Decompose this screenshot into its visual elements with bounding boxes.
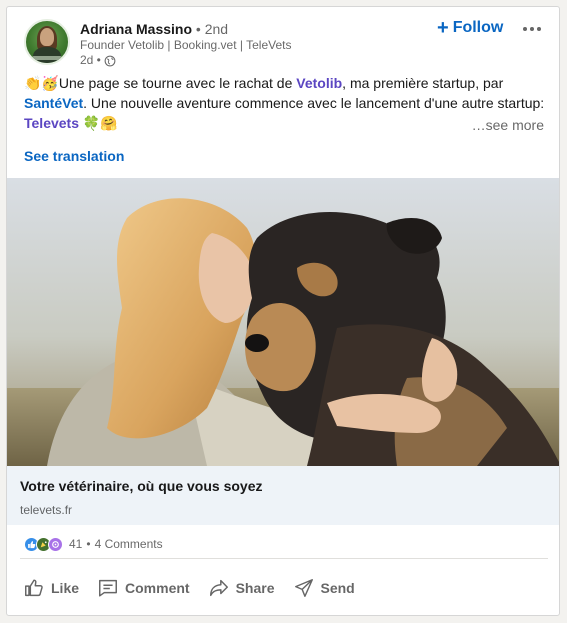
post-time: 2d •	[80, 53, 101, 67]
company-link-televets[interactable]: Televets	[24, 115, 79, 131]
see-more-link[interactable]: …see more	[472, 115, 544, 135]
post-text-part-3: . Une nouvelle aventure commence avec le…	[83, 95, 545, 111]
post-text-part-2: , ma première startup, par	[342, 75, 504, 91]
woman-hugging-dog-image	[7, 178, 559, 466]
social-counts: 41 • 4 Comments	[24, 535, 163, 553]
post-body: 👏🥳Une page se tourne avec le rachat de V…	[24, 73, 546, 133]
curious-icon[interactable]	[48, 536, 63, 552]
send-button[interactable]: Send	[285, 569, 363, 607]
follow-label: Follow	[452, 19, 504, 36]
share-label: Share	[235, 580, 275, 596]
post-image[interactable]	[7, 178, 559, 466]
post-text-part-1: Une page se tourne avec le rachat de	[58, 75, 297, 91]
company-link-santevet[interactable]: SantéVet	[24, 95, 83, 111]
author-avatar[interactable]	[24, 19, 70, 65]
counts-separator: •	[86, 537, 91, 551]
comments-count[interactable]: 4 Comments	[95, 537, 163, 551]
comment-label: Comment	[125, 580, 190, 596]
ellipsis-icon	[523, 27, 527, 31]
clap-party-emoji: 👏🥳	[24, 75, 59, 91]
post-actions-bar: Like Comment Share Send	[15, 567, 365, 609]
plus-icon: +	[437, 17, 449, 39]
see-translation-link[interactable]: See translation	[24, 148, 124, 164]
author-headline: Founder Vetolib | Booking.vet | TeleVets	[80, 38, 292, 52]
author-name[interactable]: Adriana Massino	[80, 21, 192, 37]
send-label: Send	[320, 580, 355, 596]
like-label: Like	[51, 580, 80, 596]
like-button[interactable]: Like	[15, 569, 87, 607]
comment-button[interactable]: Comment	[89, 569, 198, 607]
clover-hug-emoji: 🍀🤗	[79, 115, 118, 131]
reactions-count[interactable]: 41	[69, 537, 82, 551]
actions-divider	[20, 558, 548, 559]
link-preview-domain: televets.fr	[20, 503, 73, 517]
link-preview-card[interactable]: Votre vétérinaire, où que vous soyez tel…	[7, 466, 559, 525]
share-button[interactable]: Share	[200, 569, 283, 607]
comment-icon	[99, 579, 117, 597]
follow-button[interactable]: + Follow	[437, 16, 503, 40]
connection-degree: • 2nd	[195, 21, 229, 37]
globe-icon	[104, 55, 116, 66]
thumbs-up-icon	[25, 579, 43, 597]
more-options-button[interactable]	[520, 17, 544, 41]
share-arrow-icon	[209, 579, 228, 597]
post-header: Adriana Massino • 2nd Founder Vetolib | …	[7, 7, 559, 69]
company-link-vetolib[interactable]: Vetolib	[296, 75, 342, 91]
author-name-line: Adriana Massino • 2nd	[80, 20, 228, 38]
paper-plane-icon	[294, 579, 313, 597]
post-timestamp: 2d •	[80, 53, 116, 68]
feed-post-card: Adriana Massino • 2nd Founder Vetolib | …	[6, 6, 560, 616]
link-preview-title: Votre vétérinaire, où que vous soyez	[20, 478, 263, 494]
